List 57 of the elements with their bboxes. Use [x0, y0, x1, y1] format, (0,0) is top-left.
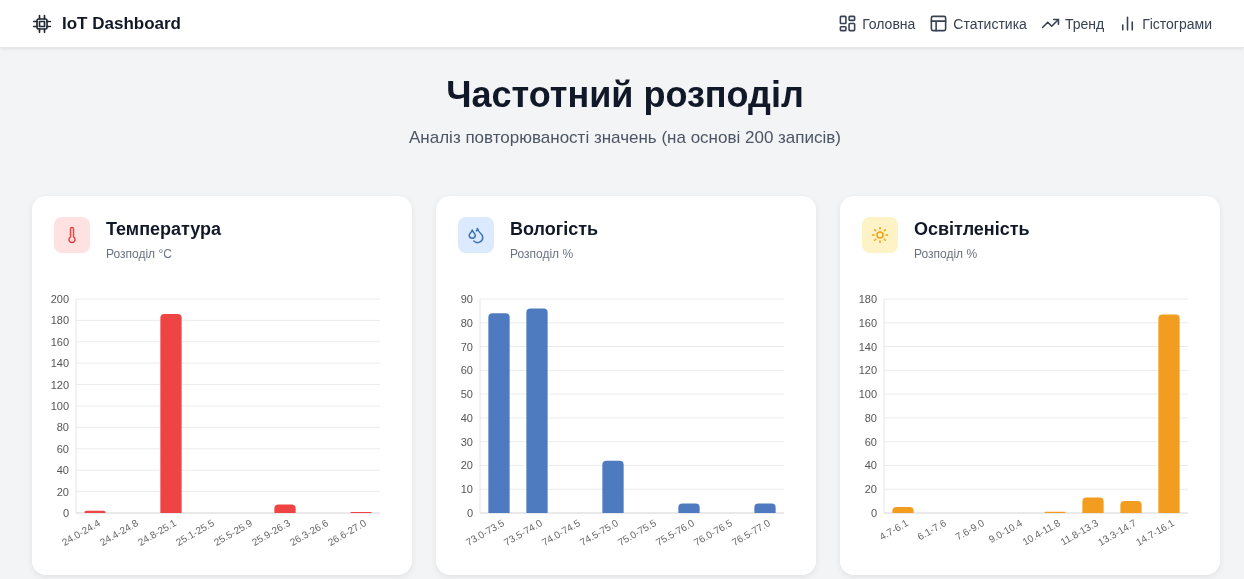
bar — [1082, 497, 1104, 513]
axis-tick-label: 70 — [460, 340, 473, 353]
bar — [84, 510, 106, 513]
axis-tick-label: 120 — [858, 364, 877, 377]
nav-link[interactable]: Головна — [838, 14, 916, 33]
card-subtitle: Розподіл °C — [106, 247, 173, 261]
axis-tick-label: 20 — [56, 485, 69, 498]
nav-link[interactable]: Статистика — [929, 14, 1027, 33]
axis-tick-label: 60 — [460, 364, 473, 377]
axis-tick-label: 120 — [50, 378, 69, 391]
app-title: IoT Dashboard — [62, 13, 181, 34]
axis-tick-label: 60 — [56, 442, 69, 455]
bar — [678, 503, 700, 513]
axis-tick-label: 140 — [50, 357, 69, 370]
nav-link[interactable]: Тренд — [1040, 14, 1105, 33]
axis-tick-label: 100 — [50, 400, 69, 412]
axis-tick-label: 20 — [864, 483, 877, 496]
card-subtitle: Розподіл % — [510, 247, 575, 261]
axis-tick-label: 180 — [858, 293, 877, 305]
card-title: Освітленість — [914, 219, 1030, 240]
card-title: Вологість — [510, 219, 599, 240]
axis-tick-label: 10 — [460, 483, 473, 496]
bar — [602, 460, 624, 513]
axis-tick-label: 160 — [858, 316, 877, 329]
page-title: Частотний розподіл — [446, 74, 804, 116]
card-subtitle: Розподіл % — [914, 247, 979, 261]
page-subtitle: Аналіз повторюваності значень (на основі 200 записів) — [409, 128, 841, 148]
axis-tick-label: 20 — [460, 459, 473, 472]
card-title: Температура — [106, 219, 222, 240]
bar — [1120, 501, 1142, 513]
axis-tick-label: 40 — [56, 464, 69, 477]
bar — [892, 507, 914, 513]
sun-icon — [871, 226, 889, 244]
axis-tick-label: 90 — [460, 293, 473, 305]
axis-tick-label: 0 — [62, 507, 69, 519]
axis-tick-label: 100 — [858, 388, 877, 401]
chip-icon — [32, 13, 52, 34]
axis-tick-label: 50 — [460, 388, 473, 401]
axis-tick-label: 160 — [50, 335, 69, 348]
grid-icon — [838, 14, 858, 33]
axis-tick-label: 40 — [460, 411, 473, 424]
bar — [754, 503, 776, 513]
axis-tick-label: 40 — [864, 459, 877, 472]
axis-tick-label: 200 — [50, 293, 69, 305]
axis-tick-label: 140 — [858, 340, 877, 353]
nav-link[interactable]: Гістограми — [1118, 14, 1212, 33]
axis-tick-label: 80 — [56, 421, 69, 434]
bar — [274, 504, 296, 513]
axis-tick-label: 0 — [870, 507, 877, 519]
axis-tick-label: 60 — [864, 435, 877, 448]
axis-tick-label: 80 — [864, 411, 877, 424]
axis-tick-label: 30 — [460, 435, 473, 448]
axis-tick-label: 180 — [50, 314, 69, 327]
axis-tick-label: 80 — [460, 316, 473, 329]
axis-tick-label: 0 — [466, 507, 473, 519]
droplets-icon — [467, 226, 485, 244]
table-icon — [929, 14, 949, 33]
